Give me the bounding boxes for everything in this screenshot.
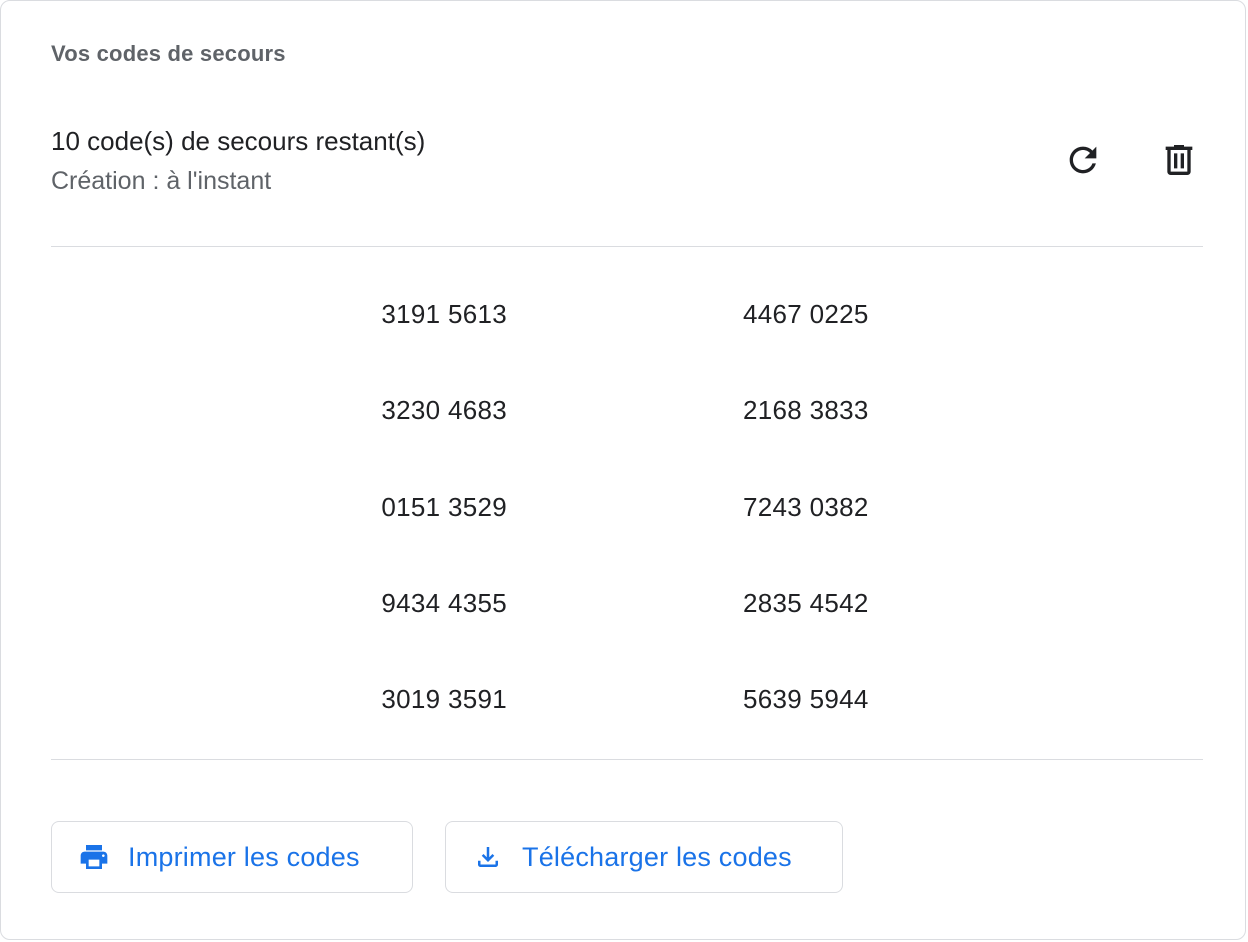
backup-code: 2168 3833 [743,395,869,425]
backup-code: 5639 5944 [743,684,869,714]
top-divider [51,246,1203,247]
download-codes-button[interactable]: Télécharger les codes [445,821,843,893]
backup-code: 3019 3591 [381,684,507,714]
print-codes-label: Imprimer les codes [128,841,360,872]
regenerate-codes-button[interactable] [1058,135,1108,185]
download-codes-label: Télécharger les codes [522,841,792,872]
section-title: Vos codes de secours [51,41,286,66]
backup-code: 7243 0382 [743,492,869,522]
print-codes-button[interactable]: Imprimer les codes [51,821,413,893]
backup-code: 2835 4542 [743,588,869,618]
backup-code: 0151 3529 [381,492,507,522]
backup-codes-card: Vos codes de secours 10 code(s) de secou… [0,0,1246,940]
printer-icon [78,841,110,873]
backup-code: 4467 0225 [743,299,869,329]
creation-time: Création : à l'instant [51,167,272,195]
backup-code: 9434 4355 [381,588,507,618]
remaining-codes-count: 10 code(s) de secours restant(s) [51,126,426,156]
backup-code: 3191 5613 [381,299,507,329]
delete-codes-button[interactable] [1154,135,1204,185]
trash-icon [1165,145,1193,175]
refresh-icon [1069,146,1097,174]
bottom-divider [51,759,1203,760]
download-icon [472,841,504,873]
backup-code: 3230 4683 [381,395,507,425]
